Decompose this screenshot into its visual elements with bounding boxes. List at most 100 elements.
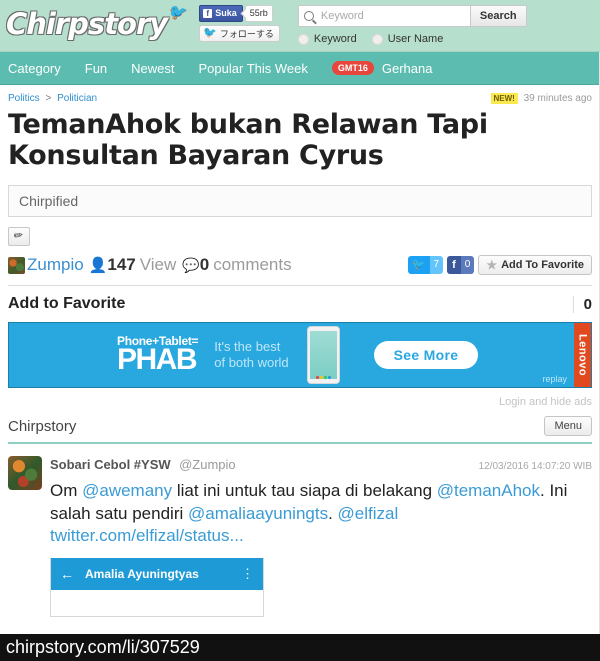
- time-ago: 39 minutes ago: [523, 93, 592, 104]
- story-stats-row: Zumpio 👤 147 View 💬 0 comments 🐦 7 f 0 ★: [8, 255, 592, 275]
- radio-keyword[interactable]: [297, 33, 309, 45]
- kebab-menu-icon[interactable]: ⋮: [241, 567, 254, 580]
- add-to-favorite-label: Add To Favorite: [501, 259, 584, 271]
- login-hide-ads-link[interactable]: Login and hide ads: [8, 388, 592, 408]
- tweet-mention[interactable]: @elfizal: [338, 504, 399, 523]
- app-dot: [323, 376, 327, 379]
- story-meta: NEW! 39 minutes ago: [490, 93, 592, 104]
- facebook-like-widget[interactable]: f Suka 55rb: [199, 5, 280, 22]
- person-icon: 👤: [88, 257, 108, 274]
- tweet-handle[interactable]: @Zumpio: [179, 457, 236, 472]
- ad-headline: Phone+Tablet= PHAB: [117, 335, 199, 375]
- tweet-text: Om @awemany liat ini untuk tau siapa di …: [50, 480, 592, 548]
- facebook-like-label: Suka: [215, 8, 237, 18]
- author-link[interactable]: Zumpio: [27, 255, 84, 275]
- menu-button[interactable]: Menu: [544, 416, 592, 436]
- app-dot: [319, 376, 323, 379]
- site-logo-text: Chirpstory: [6, 7, 168, 41]
- twitter-follow-label: フォローする: [219, 29, 274, 39]
- chirpstory-section-header: Chirpstory Menu: [8, 416, 592, 444]
- breadcrumb-politician[interactable]: Politician: [57, 93, 97, 104]
- search-row: Search: [297, 5, 527, 27]
- tweet-author: Sobari Cebol #YSW @Zumpio: [50, 456, 236, 474]
- nav-item-gerhana[interactable]: Gerhana: [382, 61, 433, 76]
- twitter-share-button[interactable]: 🐦 7: [407, 256, 444, 274]
- tweet-display-name: Sobari Cebol #YSW: [50, 457, 171, 472]
- facebook-share-button[interactable]: f 0: [447, 256, 475, 274]
- story-stats: Zumpio 👤 147 View 💬 0 comments: [8, 255, 292, 275]
- search-icon: [303, 11, 314, 21]
- favorite-bar: Add to Favorite 0: [8, 285, 592, 322]
- tweet-mention[interactable]: @temanAhok: [437, 481, 540, 500]
- breadcrumb-separator: >: [45, 93, 52, 104]
- breadcrumb-politics[interactable]: Politics: [8, 93, 40, 104]
- back-arrow-icon[interactable]: ←: [60, 567, 74, 581]
- gmt-badge[interactable]: GMT16: [331, 61, 374, 75]
- site-logo[interactable]: Chirpstory 🐦: [6, 4, 186, 44]
- search-input-wrapper[interactable]: [297, 5, 470, 27]
- facebook-icon: f: [203, 9, 213, 18]
- pencil-icon: ✏: [13, 229, 25, 243]
- radio-keyword-label: Keyword: [313, 33, 357, 45]
- share-buttons: 🐦 7 f 0 ★ Add To Favorite: [407, 255, 592, 275]
- app-dot: [315, 376, 319, 379]
- ad-replay-link[interactable]: replay: [542, 374, 567, 384]
- radio-username-label: User Name: [387, 33, 444, 45]
- facebook-share-count: 0: [460, 256, 475, 274]
- tweet-mention[interactable]: @awemany: [82, 481, 172, 500]
- twitter-follow-button[interactable]: 🐦 フォローする: [199, 25, 280, 42]
- header-search: Search Keyword User Name: [297, 5, 527, 45]
- new-badge: NEW!: [490, 93, 518, 104]
- search-button[interactable]: Search: [469, 5, 527, 27]
- tweet-text-segment: liat ini untuk tau siapa di belakang: [172, 481, 437, 500]
- add-to-favorite-button[interactable]: ★ Add To Favorite: [478, 255, 592, 275]
- search-input[interactable]: [318, 9, 470, 23]
- avatar: [8, 256, 25, 274]
- main-navigation: Category Fun Newest Popular This Week GM…: [0, 52, 600, 85]
- twitter-share-count: 7: [429, 256, 444, 274]
- nav-item-newest[interactable]: Newest: [131, 61, 174, 76]
- phone-image: [306, 326, 340, 384]
- chirpstory-section-title: Chirpstory: [8, 417, 77, 435]
- phone-screen: [309, 331, 337, 375]
- header-social-buttons: f Suka 55rb 🐦 フォローする: [199, 5, 280, 42]
- nav-item-fun[interactable]: Fun: [85, 61, 107, 76]
- ad-tagline-line2: of both world: [214, 355, 289, 370]
- nav-item-popular-this-week[interactable]: Popular This Week: [199, 61, 308, 76]
- content-area: Politics > Politician NEW! 39 minutes ag…: [0, 85, 600, 617]
- tweet-timestamp: 12/03/2016 14:07:20 WIB: [478, 461, 592, 472]
- chirpified-box: Chirpified: [8, 185, 592, 217]
- tweet-avatar[interactable]: [8, 456, 42, 490]
- nav-item-category[interactable]: Category: [8, 61, 61, 76]
- tweet-text-segment: .: [328, 503, 338, 523]
- phone-app-dots: [309, 375, 337, 379]
- bird-icon: 🐦: [167, 3, 186, 21]
- edit-row: ✏: [8, 227, 592, 246]
- tweet-embedded-card[interactable]: ← Amalia Ayuningtyas ⋮: [50, 557, 264, 617]
- search-scope-radios: Keyword User Name: [297, 33, 527, 45]
- ad-tagline-line1: It's the best: [214, 338, 281, 354]
- app-dot: [327, 376, 331, 379]
- favorite-bar-title: Add to Favorite: [8, 295, 126, 312]
- edit-button[interactable]: ✏: [8, 227, 30, 246]
- tweet-mention[interactable]: @amaliaayuningts: [188, 504, 328, 523]
- ad-tagline: It's the best of both world: [214, 339, 288, 372]
- tweet-text-segment: Om: [50, 481, 83, 500]
- status-url-text: chirpstory.com/li/307529: [6, 637, 200, 657]
- card-app-bar: ← Amalia Ayuningtyas ⋮: [51, 557, 263, 590]
- comment-count: 0: [199, 255, 210, 274]
- tweet-mention[interactable]: twitter.com/elfizal/status...: [50, 526, 244, 545]
- site-header: Chirpstory 🐦 f Suka 55rb 🐦 フォローする Keywor…: [0, 0, 600, 52]
- card-body: [51, 589, 263, 616]
- twitter-bird-icon: 🐦: [203, 27, 217, 39]
- twitter-icon: 🐦: [407, 256, 430, 274]
- tweet-item: Sobari Cebol #YSW @Zumpio 12/03/2016 14:…: [8, 456, 592, 617]
- ad-banner[interactable]: Phone+Tablet= PHAB It's the best of both…: [8, 322, 592, 388]
- chirpified-label: Chirpified: [19, 193, 79, 209]
- view-count: 147: [107, 255, 136, 274]
- facebook-like-button[interactable]: f Suka: [199, 5, 243, 22]
- comment-bubble-icon: 💬: [182, 256, 200, 273]
- radio-username[interactable]: [371, 33, 383, 45]
- ad-cta-button[interactable]: See More: [373, 341, 479, 369]
- favorite-bar-count: 0: [572, 295, 592, 313]
